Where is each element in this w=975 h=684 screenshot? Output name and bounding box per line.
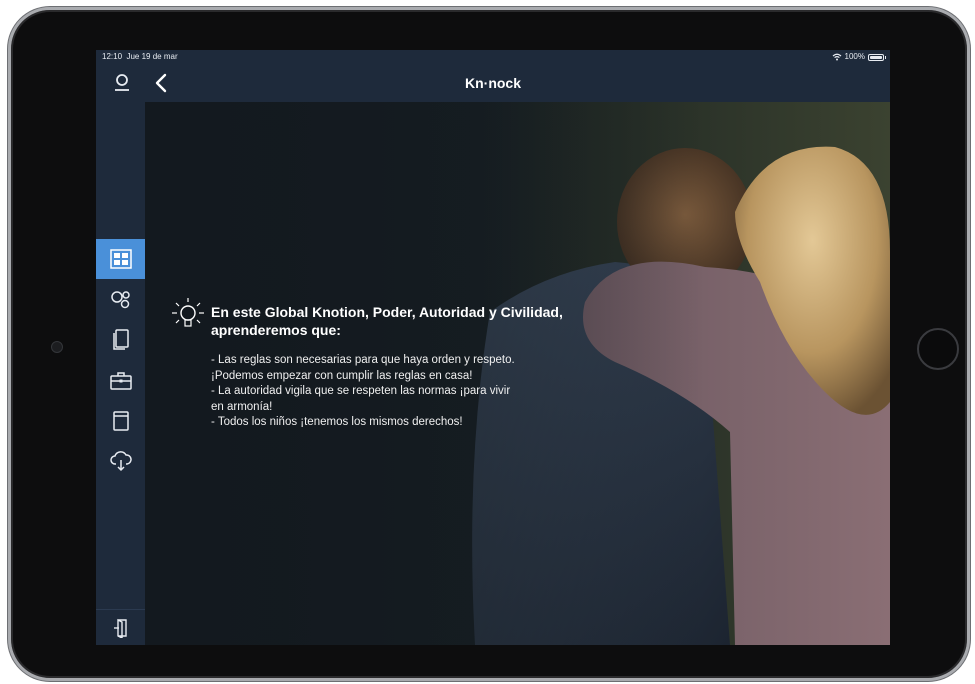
status-date: Jue 19 de mar <box>126 52 178 61</box>
circles-icon <box>110 291 130 309</box>
sidebar-item-books[interactable] <box>96 320 145 360</box>
content-area: En este Global Knotion, Poder, Autoridad… <box>145 102 890 645</box>
archive-box-icon <box>112 411 129 431</box>
wifi-icon <box>832 53 841 61</box>
sidebar-logout[interactable] <box>96 609 145 645</box>
books-icon <box>112 329 129 350</box>
sidebar-item-cloud-download[interactable] <box>96 441 145 481</box>
briefcase-icon <box>109 372 132 390</box>
battery-percent: 100% <box>844 52 865 61</box>
sidebar-item-briefcase[interactable] <box>96 361 145 401</box>
grid-layout-icon <box>109 249 132 269</box>
sidebar-item-archive[interactable] <box>96 401 145 441</box>
cloud-download-icon <box>109 451 132 472</box>
logout-door-icon <box>113 618 127 638</box>
info-block: En este Global Knotion, Poder, Autoridad… <box>172 298 571 431</box>
front-camera <box>51 341 63 353</box>
info-line: ¡Podemos empezar con cumplir las reglas … <box>211 369 473 382</box>
sidebar-item-circles[interactable] <box>96 280 145 320</box>
nav-bar: Kn·nock <box>96 64 890 102</box>
status-bar: 12:10 Jue 19 de mar 100% <box>96 50 890 64</box>
info-line: - Las reglas son necesarias para que hay… <box>211 354 515 366</box>
app-screen: 12:10 Jue 19 de mar 100% Kn·nock En este… <box>96 50 890 645</box>
info-line: - Todos los niños ¡tenemos los mismos de… <box>211 416 463 428</box>
nav-title: Kn·nock <box>465 75 521 91</box>
info-line: en armonía! <box>211 400 273 413</box>
info-heading: En este Global Knotion, Poder, Autoridad… <box>211 304 563 338</box>
battery-icon <box>868 53 886 61</box>
lightbulb-icon <box>172 298 204 327</box>
sidebar <box>96 102 145 645</box>
status-time: 12:10 <box>102 52 123 61</box>
sidebar-item-dashboard[interactable] <box>96 239 145 279</box>
home-button[interactable] <box>917 328 959 370</box>
info-line: - La autoridad vigila que se respeten la… <box>211 385 511 397</box>
